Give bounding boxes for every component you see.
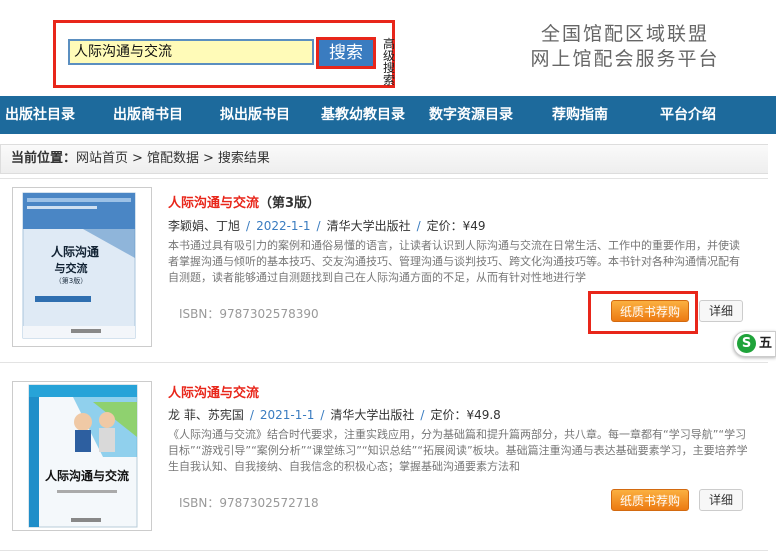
book-meta-1: 李颖娟、丁旭/2022-1-1/清华大学出版社 / 定价：¥49 (168, 219, 486, 233)
breadcrumb-sep: > (132, 151, 143, 166)
book-title-1-edition: （第3版） (259, 196, 321, 211)
book-description-1: 本书通过具有吸引力的案例和通俗易懂的语言，让读者认识到人际沟通与交流在日常生活、… (168, 239, 740, 284)
detail-button-2[interactable]: 详细 (699, 489, 743, 511)
price: 定价：¥49.8 (430, 408, 501, 422)
ime-toolbar[interactable]: S 五 (733, 331, 776, 357)
search-input[interactable]: 人际沟通与交流 (68, 39, 314, 65)
book-cover-1[interactable]: 人际沟通 与交流 （第3版） (12, 187, 152, 347)
cover-1-edition: （第3版） (55, 276, 87, 285)
buy-paper-button-2[interactable]: 纸质书荐购 (611, 489, 689, 511)
book-description-2: 《人际沟通与交流》结合时代要求，注重实践应用，分为基础篇和提升篇两部分，共八章。… (168, 428, 748, 473)
book-title-1[interactable]: 人际沟通与交流（第3版） (168, 192, 320, 211)
nav-platform-intro[interactable]: 平台介绍 (660, 96, 716, 134)
book-title-1-text[interactable]: 人际沟通与交流 (168, 196, 259, 211)
nav-digital-resources[interactable]: 数字资源目录 (429, 96, 513, 134)
authors: 李颖娟、丁旭 (168, 219, 241, 233)
breadcrumb-library-data[interactable]: 馆配数据 (147, 151, 199, 166)
pub-date: 2022-1-1 (256, 219, 311, 233)
book-isbn-1: ISBN：9787302578390 (179, 307, 319, 321)
book-title-2[interactable]: 人际沟通与交流 (168, 382, 259, 401)
divider (0, 550, 768, 551)
book-cover-2[interactable]: 人际沟通与交流 (12, 381, 152, 531)
divider (0, 178, 768, 179)
cover-2-title: 人际沟通与交流 (45, 468, 129, 483)
nav-publisher-catalog[interactable]: 出版社目录 (5, 96, 75, 134)
advanced-search-link[interactable]: 高级搜索 (383, 38, 397, 86)
site-title-line1: 全国馆配区域联盟 (540, 23, 709, 45)
publisher: 清华大学出版社 (326, 219, 411, 233)
publisher: 清华大学出版社 (330, 408, 415, 422)
nav-k12-catalog[interactable]: 基教幼教目录 (321, 96, 405, 134)
cover-1-title-line2: 与交流 (55, 261, 88, 275)
price: 定价：¥49 (426, 219, 486, 233)
book-cover-1-art: 人际沟通 与交流 （第3版） (13, 188, 151, 346)
nav-purchase-guide[interactable]: 荐购指南 (552, 96, 608, 134)
search-button[interactable]: 搜索 (316, 37, 376, 69)
book-meta-2: 龙 菲、苏宪国/2021-1-1/清华大学出版社 / 定价：¥49.8 (168, 408, 501, 422)
breadcrumb-sep: > (202, 151, 214, 166)
buy-paper-button-1[interactable]: 纸质书荐购 (611, 300, 689, 322)
sogou-s-icon: S (737, 334, 756, 353)
breadcrumb: 当前位置：网站首页 > 馆配数据 > 搜索结果 (0, 144, 768, 174)
nav-vendor-catalog[interactable]: 出版商书目 (113, 96, 183, 134)
divider (0, 362, 768, 363)
breadcrumb-home[interactable]: 网站首页 (76, 151, 128, 166)
detail-button-1[interactable]: 详细 (699, 300, 743, 322)
nav-forthcoming-catalog[interactable]: 拟出版书目 (220, 96, 290, 134)
book-isbn-2: ISBN：9787302572718 (179, 496, 319, 510)
book-title-2-text[interactable]: 人际沟通与交流 (168, 386, 259, 401)
pub-date: 2021-1-1 (259, 408, 315, 422)
ime-mode-text: 五 (759, 336, 773, 351)
book-cover-2-art: 人际沟通与交流 (13, 382, 151, 530)
breadcrumb-current: 搜索结果 (217, 151, 270, 166)
authors: 龙 菲、苏宪国 (168, 408, 244, 422)
main-nav: 出版社目录 出版商书目 拟出版书目 基教幼教目录 数字资源目录 荐购指南 平台介… (0, 96, 776, 134)
site-title: 全国馆配区域联盟 网上馆配会服务平台 (510, 22, 740, 72)
breadcrumb-label: 当前位置： (11, 151, 77, 166)
cover-1-title-line1: 人际沟通 (51, 244, 99, 259)
site-title-line2: 网上馆配会服务平台 (530, 48, 720, 70)
